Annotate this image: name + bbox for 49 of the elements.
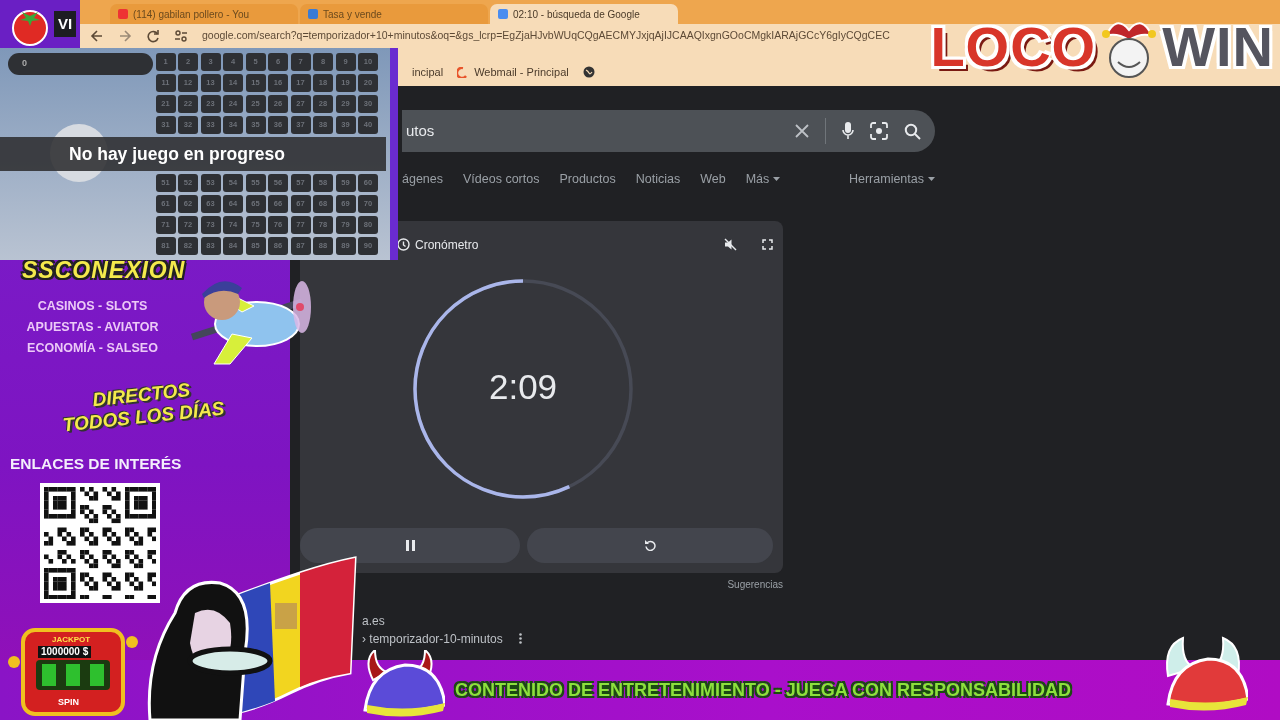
logo-word: WIN <box>1162 17 1274 77</box>
result-site[interactable]: a.es <box>362 611 1280 630</box>
jackpot-amount: 1000000 $ <box>38 646 92 658</box>
spin-label: SPIN <box>58 696 79 709</box>
filter-tab[interactable]: Vídeos cortos <box>463 170 540 189</box>
fullscreen-icon[interactable] <box>762 239 773 251</box>
qr-code[interactable] <box>44 487 156 599</box>
search-icon[interactable] <box>904 122 921 140</box>
filter-tab[interactable]: ágenes <box>402 170 443 189</box>
caret-icon <box>928 177 935 182</box>
browser-tab[interactable]: 02:10 - búsqueda de Google <box>490 4 678 24</box>
mute-icon[interactable] <box>724 238 737 252</box>
topic-text: CASINOS - SLOTS <box>37 298 148 314</box>
pause-icon <box>405 539 415 551</box>
bookmark-link[interactable]: incipal <box>412 63 444 81</box>
more-options-icon[interactable] <box>518 633 522 645</box>
browser-tab[interactable]: (114) gabilan pollero - You <box>110 4 298 24</box>
browser-tab[interactable]: Tasa y vende <box>300 4 488 24</box>
clear-icon[interactable] <box>795 124 809 138</box>
topic-text: ECONOMÍA - SALSEO <box>27 340 158 356</box>
result-path: › temporizador-10-minutos <box>362 630 503 648</box>
reload-icon[interactable] <box>146 29 160 43</box>
site-settings-icon[interactable] <box>174 29 188 43</box>
banner-text: CONTENIDO DE ENTRETENIMIENTO - JUEGA CON RESPONSABILIDAD <box>455 678 1072 702</box>
microphone-icon[interactable] <box>842 122 854 140</box>
timer-title: Cronómetro <box>415 236 480 254</box>
reset-icon <box>644 539 656 552</box>
search-field[interactable]: utos <box>402 110 935 152</box>
tools-menu[interactable]: Herramientas <box>848 170 935 189</box>
status-message: No hay juego en progreso <box>0 137 386 171</box>
filter-tab[interactable]: Productos <box>559 170 616 189</box>
filter-tab[interactable]: Noticias <box>635 170 681 189</box>
camera-icon[interactable] <box>870 122 888 140</box>
jackpot-label: JACKPOT <box>52 635 91 645</box>
counter-field: 0 <box>8 53 153 75</box>
back-icon[interactable] <box>90 29 104 43</box>
forward-icon[interactable] <box>118 29 132 43</box>
bookmark-link[interactable]: Webmail - Principal <box>457 63 569 81</box>
caret-icon <box>773 177 781 182</box>
clock-icon <box>397 238 410 252</box>
more-menu[interactable]: Más <box>745 170 781 189</box>
topic-text: APUESTAS - AVIATOR <box>26 319 159 335</box>
suggestions-link[interactable]: Sugerencias <box>727 576 783 592</box>
timer-time: 2:09 <box>487 366 559 407</box>
channel-label: VI <box>54 10 77 38</box>
links-heading: ENLACES DE INTERÉS <box>10 454 182 474</box>
brand-title: SSCONEXION <box>22 257 186 283</box>
filter-tab[interactable]: Web <box>700 170 726 189</box>
logo-word: LOCO <box>930 17 1097 77</box>
